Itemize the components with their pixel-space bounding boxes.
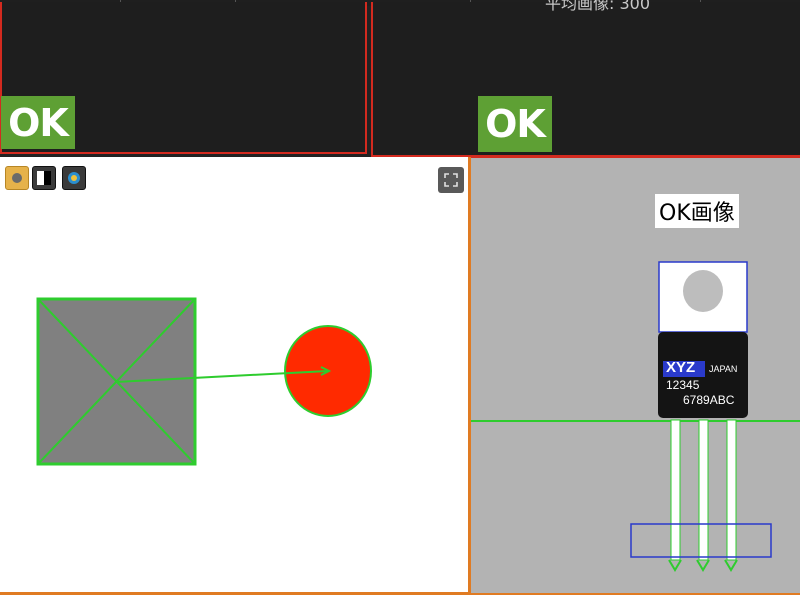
contrast-icon[interactable]: [32, 166, 56, 190]
color-filter-icon[interactable]: [62, 166, 86, 190]
ok-image-label: OK画像: [655, 194, 739, 228]
expand-icon[interactable]: [438, 167, 464, 193]
mount-hole: [683, 270, 723, 312]
chip-line2: 6789ABC: [683, 393, 735, 407]
result-panel-right: [371, 2, 800, 158]
average-image-readout: 平均画像: 300: [545, 0, 651, 13]
inspection-canvas: [36, 297, 372, 466]
chip-origin: JAPAN: [709, 364, 738, 374]
ok-status-badge-right: OK: [478, 96, 552, 152]
camera-mode-icon[interactable]: [5, 166, 29, 190]
ok-status-badge-left: OK: [1, 96, 75, 149]
chip-line1: 12345: [666, 378, 700, 392]
lead-3: [726, 419, 737, 561]
bottom-bar: [0, 595, 800, 600]
reference-view: [471, 158, 800, 595]
reference-canvas: [471, 261, 800, 572]
inspection-view[interactable]: [0, 157, 471, 595]
chip-brand: XYZ: [666, 359, 696, 376]
lead-2: [698, 419, 709, 561]
lead-1: [670, 419, 681, 561]
